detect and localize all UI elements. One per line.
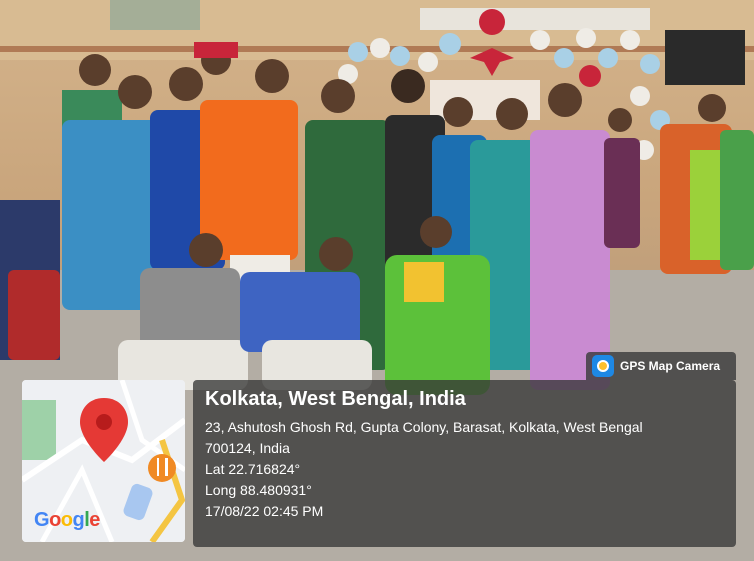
logo-letter: g [72,509,85,531]
gps-camera-badge: GPS Map Camera [586,352,736,380]
app-name: GPS Map Camera [620,359,721,373]
restaurant-icon [148,454,176,482]
longitude: Long 88.480931° [205,482,312,498]
location-info-card: Google Kolkata, West Bengal, India 23, A… [22,380,736,547]
google-logo: Google [34,509,100,532]
datetime: 17/08/22 02:45 PM [205,503,324,519]
address-line-2: 700124, India [205,440,290,456]
group-photo: GPS Map Camera Google Kolkata, West Beng… [0,0,754,561]
location-title: Kolkata, West Bengal, India [205,388,466,410]
logo-letter: e [89,509,100,531]
logo-letter: G [34,509,50,531]
location-details-panel: Kolkata, West Bengal, India 23, Ashutosh… [193,380,736,547]
logo-letter: o [60,509,73,531]
logo-letter: o [49,509,61,531]
address-line-1: 23, Ashutosh Ghosh Rd, Gupta Colony, Bar… [205,419,643,435]
map-thumbnail[interactable]: Google [22,380,185,542]
latitude: Lat 22.716824° [205,461,301,477]
gps-map-camera-icon [592,355,614,377]
